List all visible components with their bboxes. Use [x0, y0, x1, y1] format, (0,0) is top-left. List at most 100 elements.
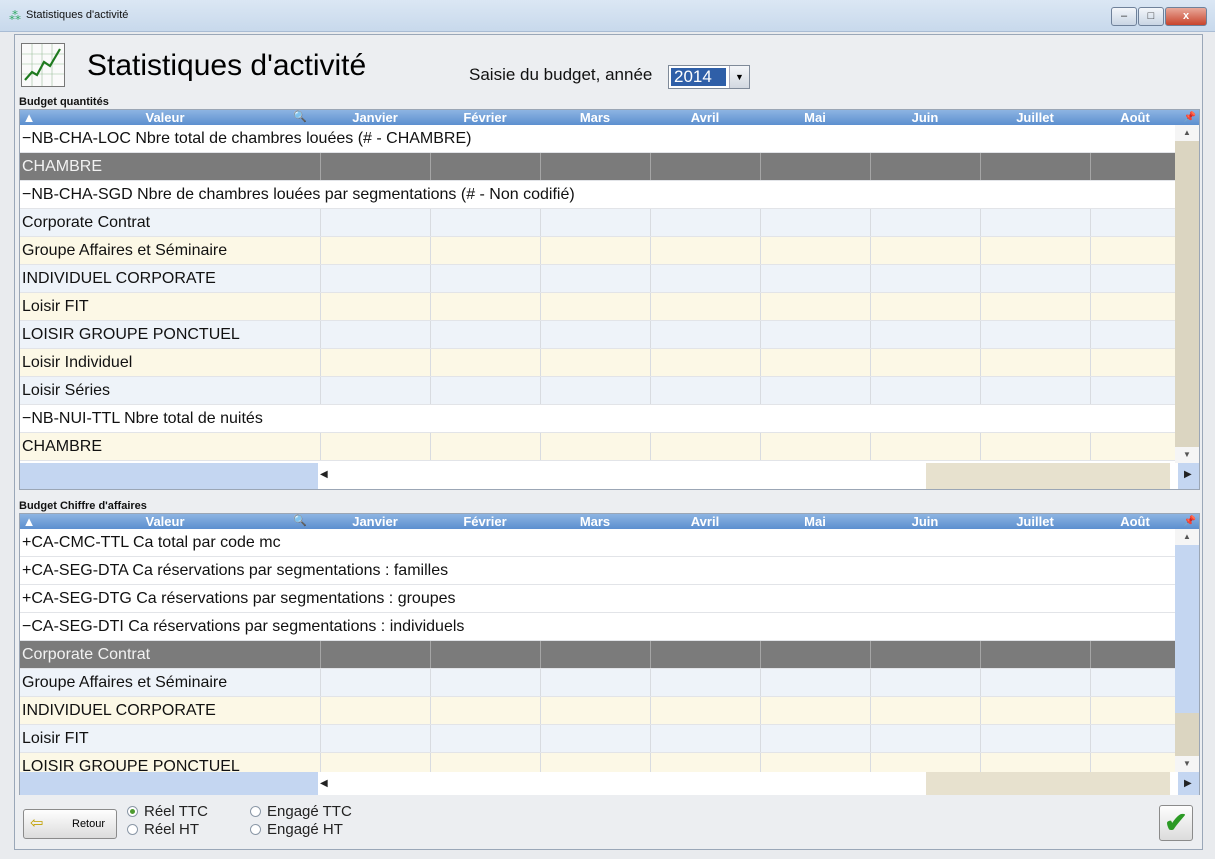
scroll-thumb[interactable] — [926, 463, 1170, 489]
table-row[interactable]: Loisir FIT — [20, 725, 1177, 753]
col-header-mars[interactable]: Mars — [540, 514, 650, 529]
cell-divider — [1090, 265, 1091, 292]
radio-dot[interactable] — [127, 806, 138, 817]
col-header-avril[interactable]: Avril — [650, 514, 760, 529]
search-icon[interactable]: 🔍 — [290, 110, 310, 125]
scroll-down-icon[interactable]: ▼ — [1175, 447, 1199, 463]
expand-icon[interactable]: + — [22, 562, 31, 579]
row-label: Loisir FIT — [22, 298, 89, 315]
retour-button[interactable]: ⇦ Retour — [23, 809, 117, 839]
group-label: NB-NUI-TTL Nbre total de nuités — [31, 410, 263, 427]
vertical-scrollbar[interactable]: ▲ ▼ — [1175, 125, 1199, 463]
row-cells[interactable] — [20, 209, 1177, 236]
pin-icon[interactable]: 📌 — [1182, 110, 1198, 125]
group-row[interactable]: −NB-CHA-LOC Nbre total de chambres louée… — [20, 125, 1177, 153]
cell-divider — [540, 153, 541, 180]
table-row[interactable]: CHAMBRE — [20, 153, 1177, 181]
row-cells[interactable] — [20, 153, 1177, 180]
collapse-icon[interactable]: − — [22, 618, 31, 635]
col-header-fevrier[interactable]: Février — [430, 110, 540, 125]
cell-divider — [320, 641, 321, 668]
row-cells[interactable] — [20, 433, 1177, 460]
section-title-ca: Budget Chiffre d'affaires — [19, 500, 147, 512]
scroll-left-icon[interactable]: ◀ — [320, 469, 328, 480]
year-select[interactable]: 2014 ▼ — [668, 65, 750, 89]
table-row[interactable]: INDIVIDUEL CORPORATE — [20, 265, 1177, 293]
row-cells[interactable] — [20, 641, 1177, 668]
header: Statistiques d'activité Saisie du budget… — [15, 35, 1202, 105]
col-header-aout[interactable]: Août — [1090, 110, 1180, 125]
col-header-mars[interactable]: Mars — [540, 110, 650, 125]
radio-dot[interactable] — [250, 824, 261, 835]
scroll-up-icon[interactable]: ▲ — [1175, 125, 1199, 141]
ok-button[interactable]: ✔ — [1159, 805, 1193, 841]
table-row[interactable]: Corporate Contrat — [20, 209, 1177, 237]
row-cells[interactable] — [20, 377, 1177, 404]
collapse-icon[interactable]: − — [22, 130, 31, 147]
row-cells[interactable] — [20, 725, 1177, 752]
group-row[interactable]: −NB-NUI-TTL Nbre total de nuités — [20, 405, 1177, 433]
radio-dot[interactable] — [127, 824, 138, 835]
col-header-valeur[interactable]: Valeur — [100, 110, 230, 125]
radio-reel-ht[interactable]: Réel HT — [127, 821, 199, 838]
group-row[interactable]: −NB-CHA-SGD Nbre de chambres louées par … — [20, 181, 1177, 209]
col-header-avril[interactable]: Avril — [650, 110, 760, 125]
col-header-aout[interactable]: Août — [1090, 514, 1180, 529]
table-row[interactable]: Groupe Affaires et Séminaire — [20, 669, 1177, 697]
col-header-janvier[interactable]: Janvier — [320, 514, 430, 529]
scroll-right-icon[interactable]: ▶ — [1184, 778, 1192, 789]
group-row[interactable]: −CA-SEG-DTI Ca réservations par segmenta… — [20, 613, 1177, 641]
scroll-up-icon[interactable]: ▲ — [1175, 529, 1199, 545]
vertical-scrollbar[interactable]: ▲ ▼ — [1175, 529, 1199, 772]
stats-chart-icon — [21, 43, 65, 87]
sort-icon[interactable]: ▲ — [22, 110, 36, 125]
cell-divider — [980, 321, 981, 348]
pin-icon[interactable]: 📌 — [1182, 514, 1198, 529]
row-cells[interactable] — [20, 349, 1177, 376]
col-header-juillet[interactable]: Juillet — [980, 110, 1090, 125]
col-header-mai[interactable]: Mai — [760, 110, 870, 125]
radio-engage-ht[interactable]: Engagé HT — [250, 821, 343, 838]
cell-divider — [320, 725, 321, 752]
expand-icon[interactable]: + — [22, 590, 31, 607]
table-row[interactable]: Loisir Individuel — [20, 349, 1177, 377]
group-row[interactable]: +CA-SEG-DTA Ca réservations par segmenta… — [20, 557, 1177, 585]
col-header-janvier[interactable]: Janvier — [320, 110, 430, 125]
scroll-down-icon[interactable]: ▼ — [1175, 756, 1199, 772]
horizontal-scrollbar[interactable]: ◀ ▶ — [20, 463, 1199, 489]
scroll-right-icon[interactable]: ▶ — [1184, 469, 1192, 480]
col-header-juin[interactable]: Juin — [870, 514, 980, 529]
maximize-button[interactable]: □ — [1138, 7, 1164, 26]
radio-reel-ttc[interactable]: Réel TTC — [127, 803, 208, 820]
col-header-fevrier[interactable]: Février — [430, 514, 540, 529]
collapse-icon[interactable]: − — [22, 410, 31, 427]
radio-dot[interactable] — [250, 806, 261, 817]
table-row[interactable]: INDIVIDUEL CORPORATE — [20, 697, 1177, 725]
close-button[interactable]: x — [1165, 7, 1207, 26]
scroll-thumb[interactable] — [1175, 545, 1199, 713]
search-icon[interactable]: 🔍 — [290, 514, 310, 529]
chevron-down-icon[interactable]: ▼ — [729, 66, 749, 88]
table-row[interactable]: Loisir Séries — [20, 377, 1177, 405]
table-row[interactable]: Groupe Affaires et Séminaire — [20, 237, 1177, 265]
table-row[interactable]: Corporate Contrat — [20, 641, 1177, 669]
group-row[interactable]: +CA-CMC-TTL Ca total par code mc — [20, 529, 1177, 557]
minimize-button[interactable]: – — [1111, 7, 1137, 26]
cell-divider — [1090, 293, 1091, 320]
table-row[interactable]: CHAMBRE — [20, 433, 1177, 461]
row-cells[interactable] — [20, 293, 1177, 320]
sort-icon[interactable]: ▲ — [22, 514, 36, 529]
col-header-mai[interactable]: Mai — [760, 514, 870, 529]
collapse-icon[interactable]: − — [22, 186, 31, 203]
cell-divider — [760, 725, 761, 752]
group-row[interactable]: +CA-SEG-DTG Ca réservations par segmenta… — [20, 585, 1177, 613]
expand-icon[interactable]: + — [22, 534, 31, 551]
table-row[interactable]: LOISIR GROUPE PONCTUEL — [20, 321, 1177, 349]
table-row[interactable]: Loisir FIT — [20, 293, 1177, 321]
col-header-valeur[interactable]: Valeur — [100, 514, 230, 529]
scroll-left-icon[interactable]: ◀ — [320, 778, 328, 789]
cell-divider — [650, 293, 651, 320]
radio-engage-ttc[interactable]: Engagé TTC — [250, 803, 352, 820]
col-header-juillet[interactable]: Juillet — [980, 514, 1090, 529]
col-header-juin[interactable]: Juin — [870, 110, 980, 125]
